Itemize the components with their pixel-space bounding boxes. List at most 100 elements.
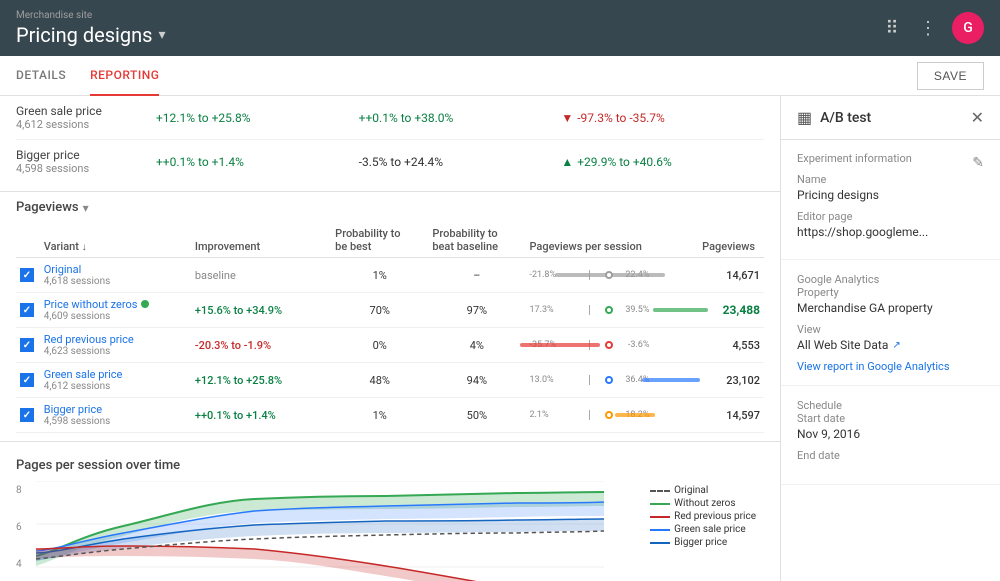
- tab-details[interactable]: DETAILS: [16, 56, 66, 96]
- row-prob-best-2: 0%: [331, 328, 428, 363]
- legend-without-zeros: Without zeros: [650, 498, 756, 509]
- external-link-icon[interactable]: ↗: [892, 340, 900, 351]
- table-row: Green sale price 4,612 sessions +12.1% t…: [16, 363, 764, 398]
- row-checkbox-2[interactable]: [16, 328, 40, 363]
- top-stat-row-2: Bigger price 4,598 sessions ++0.1% to +1…: [16, 140, 764, 183]
- sidebar-view-row: View All Web Site Data ↗: [797, 323, 984, 352]
- table-row: Red previous price 4,623 sessions -20.3%…: [16, 328, 764, 363]
- top-stat-val2-2: -3.5% to +24.4%: [359, 155, 562, 169]
- row-prob-best-3: 48%: [331, 363, 428, 398]
- analytics-label: Google Analytics: [797, 273, 879, 286]
- row-improvement-0: baseline: [191, 258, 331, 293]
- top-stat-val2-1: ++0.1% to +38.0%: [359, 111, 562, 125]
- avatar[interactable]: G: [952, 12, 984, 44]
- more-icon[interactable]: ⋮: [916, 16, 940, 40]
- sidebar-startdate-row: Start date Nov 9, 2016: [797, 412, 984, 441]
- startdate-label: Start date: [797, 412, 984, 425]
- row-checkbox-4[interactable]: [16, 398, 40, 433]
- sidebar-experiment-section: Experiment information ✎ Name Pricing de…: [781, 140, 1000, 260]
- view-label: View: [797, 323, 984, 336]
- close-icon[interactable]: ✕: [971, 108, 984, 127]
- top-stat-val3-1: ▼ -97.3% to -35.7%: [561, 111, 764, 125]
- legend-line-green: [650, 529, 670, 531]
- y-label-6: 6: [16, 522, 22, 533]
- chart-canvas: [36, 481, 604, 581]
- tab-reporting[interactable]: REPORTING: [90, 56, 159, 96]
- row-variant-3: Green sale price 4,612 sessions: [40, 363, 191, 398]
- top-stat-val3-2: ▲ +29.9% to +40.6%: [561, 155, 764, 169]
- sidebar-header: ▦ A/B test ✕: [781, 96, 1000, 140]
- row-variant-4: Bigger price 4,598 sessions: [40, 398, 191, 433]
- main-layout: Green sale price 4,612 sessions +12.1% t…: [0, 96, 1000, 581]
- edit-icon[interactable]: ✎: [972, 155, 984, 171]
- sidebar-name-row: Name Pricing designs: [797, 173, 984, 202]
- site-name: Merchandise site: [16, 10, 166, 21]
- row-pageviews-3: 23,102: [698, 363, 764, 398]
- view-value: All Web Site Data: [797, 338, 888, 352]
- row-checkbox-0[interactable]: [16, 258, 40, 293]
- header-icons: ⠿ ⋮ G: [880, 12, 984, 44]
- row-prob-best-1: 70%: [331, 293, 428, 328]
- row-prob-best-4: 1%: [331, 398, 428, 433]
- legend-red-prev: Red previous price: [650, 511, 756, 522]
- top-stat-name-2: Bigger price 4,598 sessions: [16, 148, 156, 175]
- chart-title: Pages per session over time: [16, 458, 764, 473]
- row-pageviews-4: 14,597: [698, 398, 764, 433]
- row-variant-0: Original 4,618 sessions: [40, 258, 191, 293]
- row-checkbox-1[interactable]: [16, 293, 40, 328]
- sidebar-editor-row: Editor page https://shop.googleme...: [797, 210, 984, 239]
- editor-label: Editor page: [797, 210, 984, 223]
- table-row: Price without zeros 4,609 sessions +15.6…: [16, 293, 764, 328]
- th-pv-session: Pageviews per session: [525, 223, 698, 258]
- exp-info-label: Experiment information: [797, 152, 912, 165]
- tabs-bar: DETAILS REPORTING SAVE: [0, 56, 1000, 96]
- table-row: Bigger price 4,598 sessions ++0.1% to +1…: [16, 398, 764, 433]
- row-pageviews-2: 4,553: [698, 328, 764, 363]
- legend-original: Original: [650, 485, 756, 496]
- header: Merchandise site Pricing designs ▾ ⠿ ⋮ G: [0, 0, 1000, 56]
- chart-section: Pages per session over time 8 6 4 2: [0, 441, 780, 581]
- top-stat-name-1: Green sale price 4,612 sessions: [16, 104, 156, 131]
- row-pv-session-4: 2.1% 18.2%: [525, 398, 698, 433]
- row-prob-baseline-1: 97%: [428, 293, 525, 328]
- row-prob-baseline-0: –: [428, 258, 525, 293]
- row-improvement-2: -20.3% to -1.9%: [191, 328, 331, 363]
- row-variant-1: Price without zeros 4,609 sessions: [40, 293, 191, 328]
- row-checkbox-3[interactable]: [16, 363, 40, 398]
- grid-icon[interactable]: ⠿: [880, 16, 904, 40]
- analytics-link[interactable]: View report in Google Analytics: [797, 360, 984, 373]
- sidebar-title: A/B test: [820, 110, 970, 126]
- enddate-label: End date: [797, 449, 984, 462]
- editor-value: https://shop.googleme...: [797, 225, 984, 239]
- row-prob-baseline-4: 50%: [428, 398, 525, 433]
- row-pv-session-1: 17.3% 39.5%: [525, 293, 698, 328]
- pageviews-table: Variant ↓ Improvement Probability tobe b…: [16, 223, 764, 433]
- row-improvement-1: +15.6% to +34.9%: [191, 293, 331, 328]
- th-variant: Variant ↓: [40, 223, 191, 258]
- legend-bigger: Bigger price: [650, 537, 756, 548]
- row-prob-best-0: 1%: [331, 258, 428, 293]
- top-stat-val1-1: +12.1% to +25.8%: [156, 111, 359, 125]
- schedule-label: Schedule: [797, 399, 842, 412]
- ab-test-icon: ▦: [797, 108, 812, 127]
- sidebar-property-row: Property Merchandise GA property: [797, 286, 984, 315]
- y-label-8: 8: [16, 485, 22, 496]
- legend-line-original: [650, 490, 670, 492]
- row-pv-session-2: -35.7% -3.6%: [525, 328, 698, 363]
- pageviews-dropdown[interactable]: ▾: [83, 201, 89, 215]
- th-prob-best: Probability tobe best: [331, 223, 428, 258]
- legend-line-zeros: [650, 503, 670, 505]
- dropdown-icon[interactable]: ▾: [159, 27, 166, 43]
- row-pageviews-0: 14,671: [698, 258, 764, 293]
- row-prob-baseline-3: 94%: [428, 363, 525, 398]
- save-button[interactable]: SAVE: [917, 62, 984, 90]
- legend-green-sale: Green sale price: [650, 524, 756, 535]
- row-pv-session-3: 13.0% 36.4%: [525, 363, 698, 398]
- th-pageviews: Pageviews: [698, 223, 764, 258]
- sidebar-schedule-section: Schedule Start date Nov 9, 2016 End date: [781, 386, 1000, 485]
- legend-line-red: [650, 516, 670, 518]
- pageviews-header: Pageviews ▾: [16, 200, 764, 215]
- header-title: Pricing designs: [16, 23, 153, 47]
- table-header-row: Variant ↓ Improvement Probability tobe b…: [16, 223, 764, 258]
- row-prob-baseline-2: 4%: [428, 328, 525, 363]
